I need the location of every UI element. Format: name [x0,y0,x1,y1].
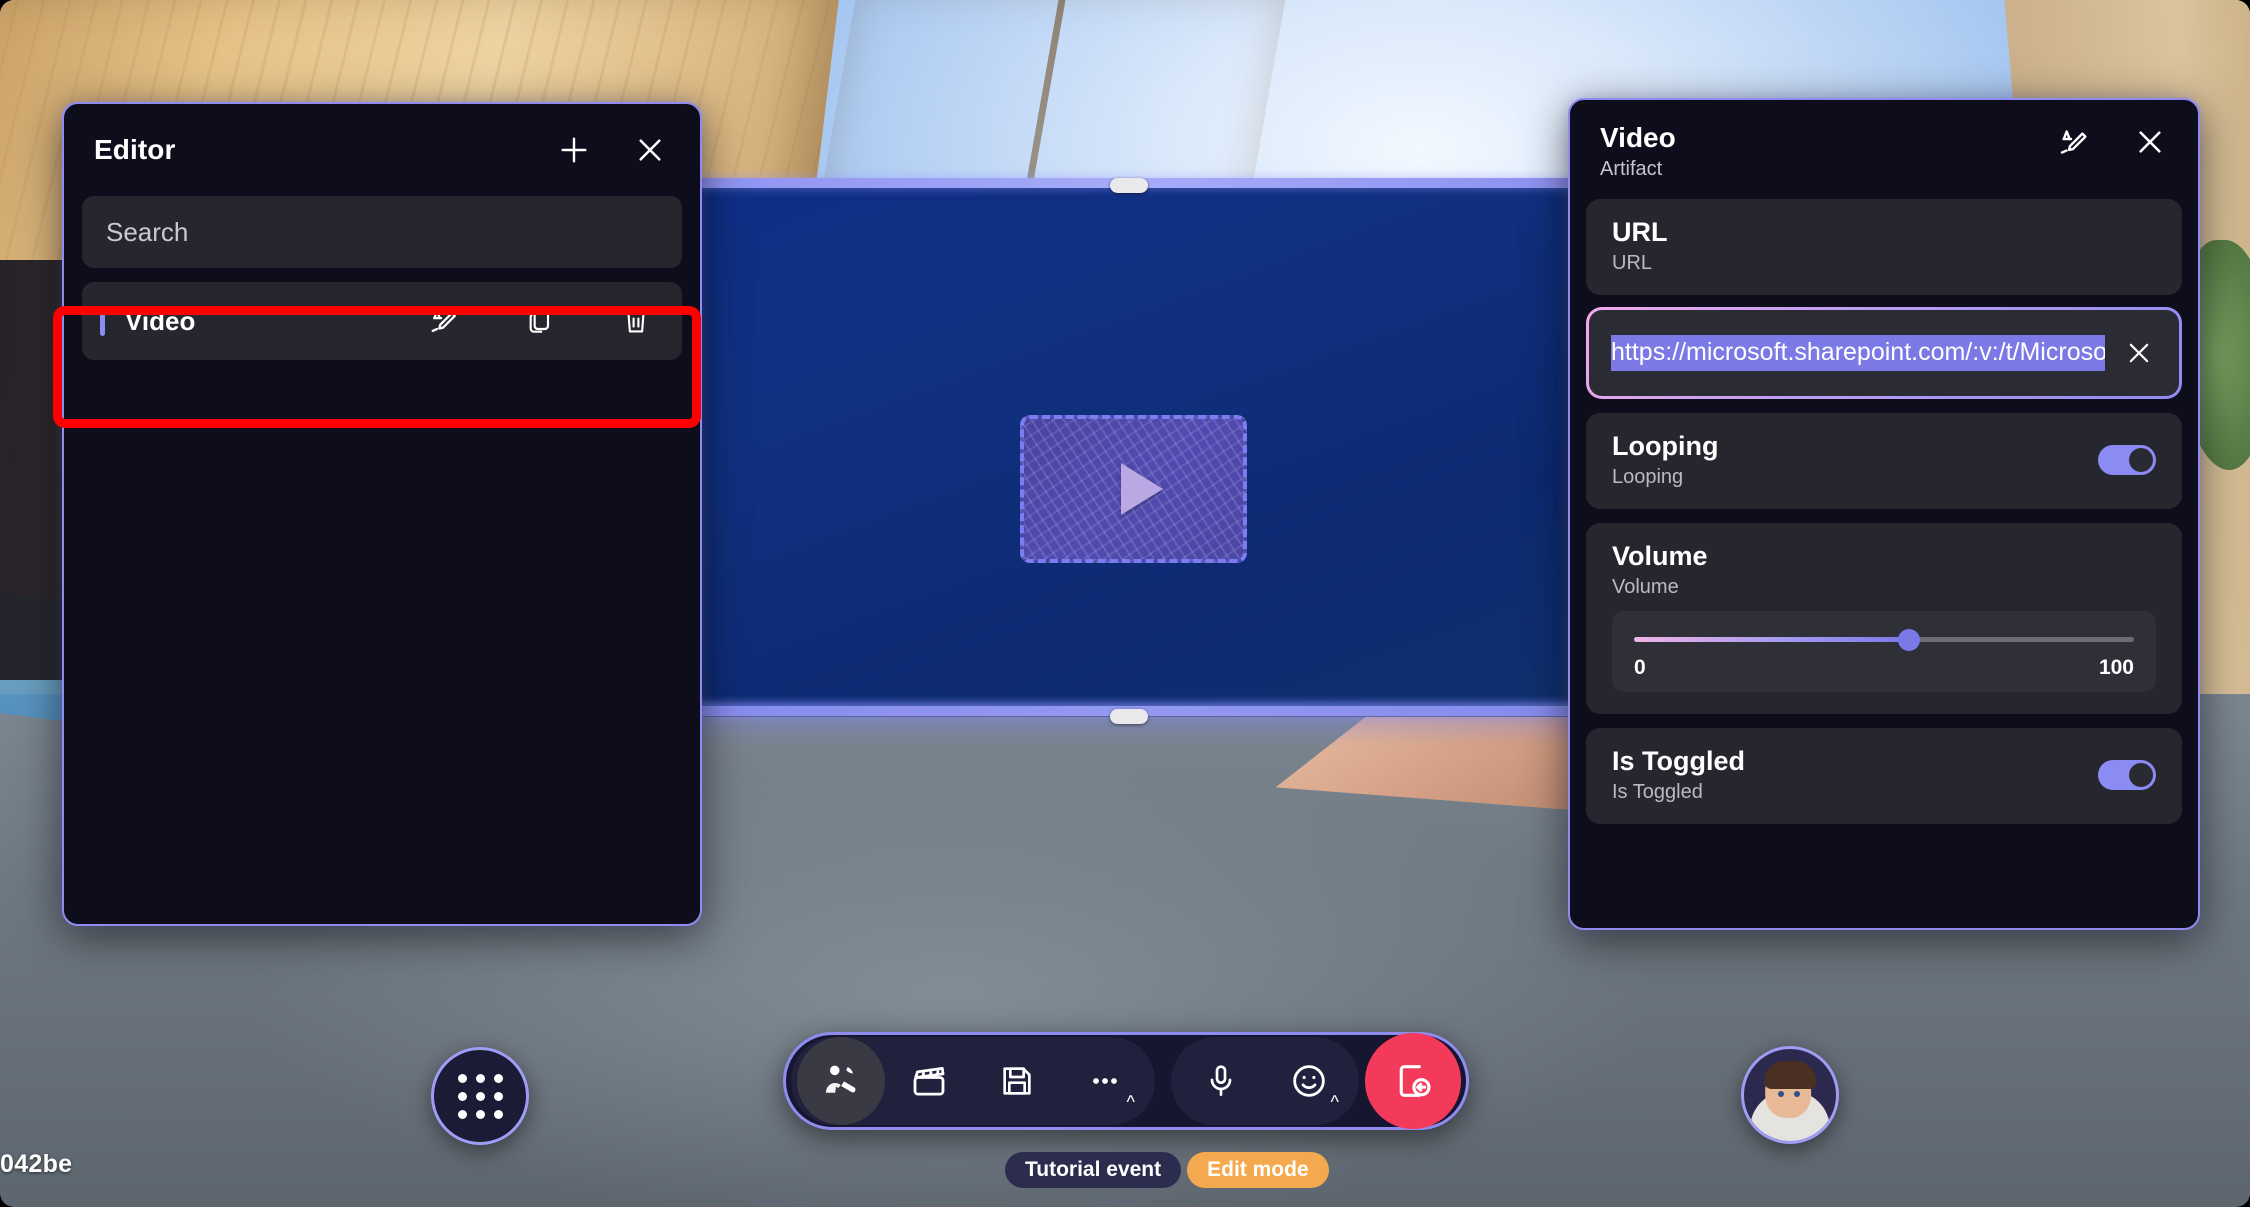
volume-slider-track[interactable] [1634,628,2134,651]
close-icon[interactable] [2119,333,2159,373]
close-icon[interactable] [2130,122,2170,162]
microphone-icon[interactable] [1177,1037,1265,1125]
video-placeholder[interactable] [1020,415,1247,563]
delete-icon[interactable] [616,301,656,341]
rename-icon[interactable] [424,301,464,341]
toggle-knob [2129,763,2153,788]
avatar-eye-left [1778,1091,1784,1097]
property-text-is-toggled: Is Toggled Is Toggled [1612,746,1745,804]
duplicate-icon[interactable] [520,301,560,341]
status-badges: Tutorial event Edit mode [1005,1152,1329,1188]
volume-slider-fill [1634,637,1909,643]
volume-max-label: 100 [2098,656,2134,680]
url-input[interactable]: https://microsoft.sharepoint.com/:v:/t/M… [1589,310,2179,397]
bottom-resize-handle[interactable] [1110,709,1148,724]
properties-panel-header: Video Artifact [1570,100,2198,199]
rename-icon[interactable] [2054,122,2094,162]
property-text-looping: Looping Looping [1612,431,1718,489]
volume-slider-scale: 0 100 [1634,656,2134,680]
property-card-is-toggled: Is Toggled Is Toggled [1586,728,2182,825]
chevron-up-icon: ^ [1126,1092,1135,1112]
participants-button[interactable] [797,1037,885,1125]
artifact-properties-panel: Video Artifact URL URL https://microsoft… [1568,98,2200,930]
toolbar-group-left: ^ [791,1037,1155,1125]
save-icon[interactable] [973,1037,1061,1125]
property-desc-is-toggled: Is Toggled [1612,781,1703,804]
editor-panel-header: Editor [64,104,700,190]
main-toolbar: ^ ^ [783,1032,1469,1130]
emoji-button[interactable]: ^ [1265,1037,1353,1125]
grid-apps-icon [457,1073,503,1119]
looping-toggle[interactable] [2098,445,2156,476]
corner-session-text: 042be [0,1150,73,1178]
properties-panel-title: Video [1600,122,1676,153]
is-toggled-toggle[interactable] [2098,760,2156,791]
screen-root: Editor Search Video Video Artifact URL U… [0,0,2250,1207]
editor-panel-title: Editor [94,134,176,165]
editor-item-list: Video [64,268,700,360]
app-launcher-button[interactable] [431,1047,529,1145]
properties-panel-subtitle: Artifact [1600,158,1663,181]
toggle-knob [2129,448,2153,473]
property-name-url: URL [1612,217,1668,248]
chevron-up-icon: ^ [1330,1092,1339,1112]
list-item-actions [424,301,656,341]
avatar-eye-right [1794,1091,1800,1097]
property-row-is-toggled: Is Toggled Is Toggled [1612,746,2156,804]
status-badge-event: Tutorial event [1005,1152,1182,1188]
selection-accent-bar [100,306,105,336]
property-desc-volume: Volume [1612,576,1679,599]
property-card-url: URL URL [1586,199,2182,296]
editor-panel: Editor Search Video [62,102,702,926]
toolbar-group-right: ^ [1171,1037,1359,1125]
property-desc-looping: Looping [1612,466,1684,489]
property-name-is-toggled: Is Toggled [1612,746,1745,777]
property-card-volume: Volume Volume 0 100 [1586,523,2182,715]
volume-min-label: 0 [1634,656,1646,680]
status-badge-edit-mode: Edit mode [1187,1152,1329,1188]
search-placeholder: Search [106,216,189,247]
properties-header-actions [2054,122,2170,162]
editor-header-actions [554,130,670,170]
list-item-label: Video [125,305,196,336]
properties-title-group: Video Artifact [1600,122,1676,181]
volume-slider-container: 0 100 [1612,611,2156,693]
url-input-value: https://microsoft.sharepoint.com/:v:/t/M… [1611,335,2105,372]
property-name-looping: Looping [1612,431,1719,462]
property-desc-url: URL [1612,252,1653,275]
clapperboard-icon[interactable] [885,1037,973,1125]
top-resize-handle[interactable] [1110,178,1148,193]
plus-icon[interactable] [554,130,594,170]
leave-button[interactable] [1365,1033,1461,1129]
url-input-focus-ring: https://microsoft.sharepoint.com/:v:/t/M… [1586,307,2182,400]
property-row-looping: Looping Looping [1612,431,2156,489]
property-name-volume: Volume [1612,541,1708,572]
search-input[interactable]: Search [82,196,682,268]
property-card-looping: Looping Looping [1586,413,2182,510]
avatar[interactable] [1741,1046,1839,1144]
more-button[interactable]: ^ [1061,1037,1149,1125]
play-icon [1120,463,1163,515]
volume-slider-thumb[interactable] [1898,628,1920,651]
avatar-hair [1764,1061,1816,1089]
list-item-video[interactable]: Video [82,282,682,360]
close-icon[interactable] [630,130,670,170]
